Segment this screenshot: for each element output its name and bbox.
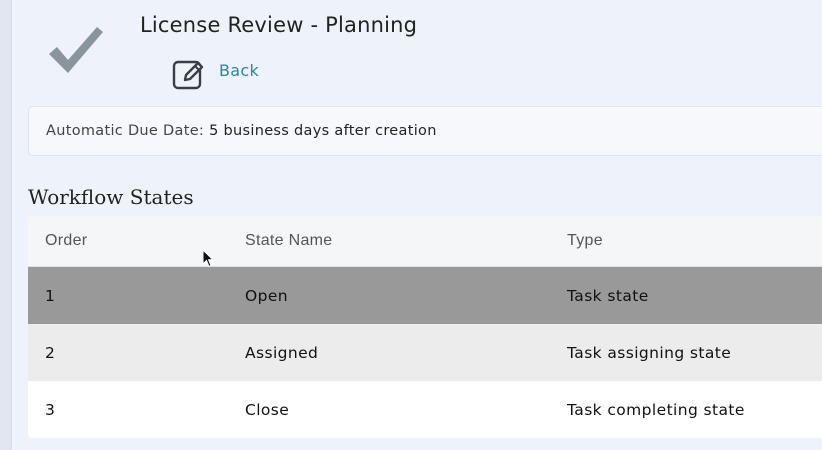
cell-type: Task completing state: [567, 400, 745, 419]
cell-type: Task state: [567, 286, 649, 305]
cell-type: Task assigning state: [567, 343, 732, 362]
table-row[interactable]: 1 Open Task state: [28, 267, 822, 324]
mouse-pointer-icon: [202, 248, 215, 268]
due-date-card: Automatic Due Date: 5 business days afte…: [28, 106, 822, 156]
page-title: License Review - Planning: [140, 13, 418, 37]
cell-state-name: Close: [245, 400, 290, 419]
column-header-state-name[interactable]: State Name: [228, 232, 550, 250]
cell-order: 1: [45, 286, 56, 305]
workflow-states-table: Order State Name Type 1 Open Task state …: [28, 216, 822, 438]
cell-state-name: Assigned: [245, 343, 319, 362]
checkmark-icon: [46, 24, 106, 76]
due-date-label: Automatic Due Date:: [46, 123, 205, 139]
cell-state-name: Open: [245, 286, 288, 305]
cell-order: 2: [45, 343, 56, 362]
table-row[interactable]: 3 Close Task completing state: [28, 381, 822, 438]
column-header-type[interactable]: Type: [550, 232, 822, 250]
back-link[interactable]: Back: [172, 58, 259, 90]
column-header-order[interactable]: Order: [28, 232, 228, 250]
back-label: Back: [219, 60, 260, 80]
edit-icon: [172, 58, 204, 90]
table-row[interactable]: 2 Assigned Task assigning state: [28, 324, 822, 381]
left-sidebar-edge: [0, 0, 12, 450]
due-date-value: 5 business days after creation: [209, 123, 437, 139]
workflow-states-title: Workflow States: [28, 185, 194, 209]
table-header-row: Order State Name Type: [28, 216, 822, 267]
cell-order: 3: [45, 400, 56, 419]
